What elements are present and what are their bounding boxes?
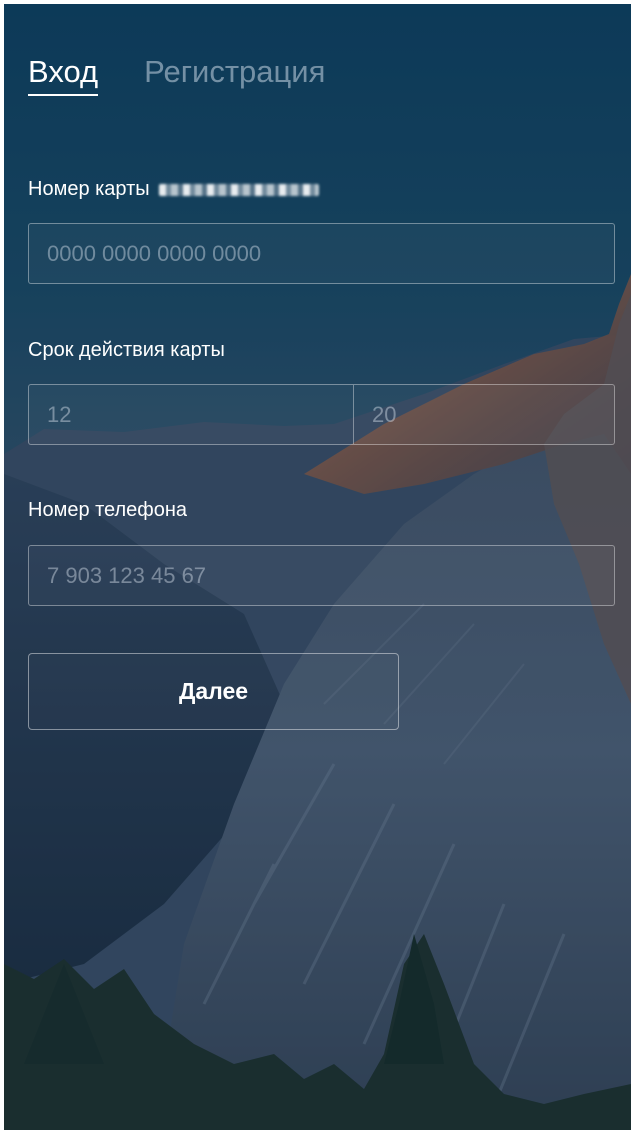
expiry-year-input[interactable] [354,385,631,444]
phone-label: Номер телефона [28,499,188,521]
phone-input[interactable] [28,545,615,606]
tab-register[interactable]: Регистрация [144,52,325,96]
login-screen: Вход Регистрация Номер карты Срок действ… [4,4,631,1130]
tab-login[interactable]: Вход [28,52,99,96]
expiry-month-input[interactable] [29,385,354,444]
card-number-input[interactable] [28,223,615,284]
card-number-label: Номер карты [28,176,320,202]
expiry-group [28,384,631,445]
redacted-text [159,183,320,196]
auth-tabs: Вход Регистрация [28,52,325,96]
next-button[interactable]: Далее [28,653,399,730]
card-number-label-text: Номер карты [28,178,150,200]
expiry-label: Срок действия карты [28,339,225,361]
